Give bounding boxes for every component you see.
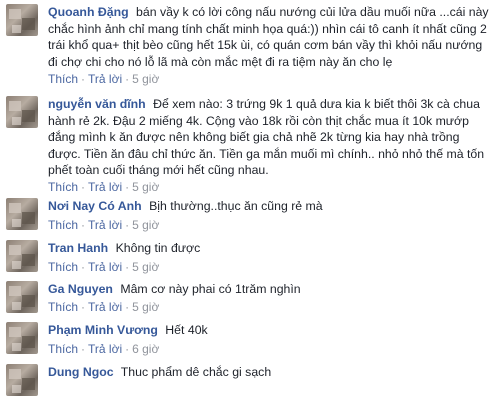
reply-link[interactable]: Trả lời <box>88 180 122 194</box>
comment-feed: Quoanh Đặng bán vầy k có lời công nấu nư… <box>0 0 500 406</box>
avatar[interactable] <box>6 96 38 128</box>
separator: · <box>81 300 86 314</box>
comment-actions: Thích · Trả lời · 5 giờ <box>48 260 159 274</box>
like-link[interactable]: Thích <box>48 342 78 356</box>
avatar[interactable] <box>6 281 38 313</box>
comment-body: Nơi Nay Có Anh Bịh thường..thục ăn cũng … <box>48 198 492 215</box>
comment-body: Quoanh Đặng bán vầy k có lời công nấu nư… <box>48 4 492 70</box>
separator: · <box>81 218 86 232</box>
separator: · <box>125 180 130 194</box>
timestamp[interactable]: 5 giờ <box>132 300 159 314</box>
like-link[interactable]: Thích <box>48 218 78 232</box>
like-link[interactable]: Thích <box>48 72 78 86</box>
timestamp[interactable]: 5 giờ <box>132 180 159 194</box>
reply-link[interactable]: Trả lời <box>88 72 122 86</box>
separator: · <box>81 72 86 86</box>
separator: · <box>125 260 130 274</box>
reply-link[interactable]: Trả lời <box>88 300 122 314</box>
comment-text: Thuc phẩm dê chắc gi sạch <box>120 365 272 379</box>
comment-body: Ga Nguyen Mâm cơ này phai có 1trăm nghìn <box>48 281 492 298</box>
comment-actions: Thích · Trả lời · 5 giờ <box>48 72 159 86</box>
comment-text: Hết 40k <box>165 323 208 337</box>
timestamp[interactable]: 5 giờ <box>132 72 159 86</box>
avatar[interactable] <box>6 240 38 272</box>
avatar[interactable] <box>6 198 38 230</box>
comment-body: Dung Ngoc Thuc phẩm dê chắc gi sạch <box>48 364 492 381</box>
reply-link[interactable]: Trả lời <box>88 260 122 274</box>
like-link[interactable]: Thích <box>48 260 78 274</box>
like-link[interactable]: Thích <box>48 300 78 314</box>
avatar[interactable] <box>6 364 38 396</box>
comment-text: Bịh thường..thục ăn cũng rẻ mà <box>149 199 323 213</box>
avatar[interactable] <box>6 4 38 36</box>
separator: · <box>125 218 130 232</box>
separator: · <box>125 300 130 314</box>
comment-text: Không tin được <box>115 241 201 255</box>
commenter-name[interactable]: Nơi Nay Có Anh <box>48 199 142 213</box>
commenter-name[interactable]: Tran Hanh <box>48 241 108 255</box>
avatar[interactable] <box>6 322 38 354</box>
timestamp[interactable]: 6 giờ <box>132 342 159 356</box>
commenter-name[interactable]: Dung Ngoc <box>48 365 114 379</box>
comment-actions: Thích · Trả lời · 5 giờ <box>48 218 159 232</box>
commenter-name[interactable]: Quoanh Đặng <box>48 5 129 19</box>
comment-actions: Thích · Trả lời · 6 giờ <box>48 342 159 356</box>
comment-actions: Thích · Trả lời · 5 giờ <box>48 180 159 194</box>
commenter-name[interactable]: nguyễn văn dĩnh <box>48 97 146 111</box>
comment-text: Mâm cơ này phai có 1trăm nghìn <box>120 282 301 296</box>
comment-body: Phạm Minh Vương Hết 40k <box>48 322 492 339</box>
comment-actions: Thích · Trả lời · 5 giờ <box>48 300 159 314</box>
separator: · <box>125 72 130 86</box>
comment-body: nguyễn văn dĩnh Để xem nào: 3 trứng 9k 1… <box>48 96 492 179</box>
separator: · <box>81 180 86 194</box>
comment-body: Tran Hanh Không tin được <box>48 240 492 257</box>
like-link[interactable]: Thích <box>48 180 78 194</box>
commenter-name[interactable]: Ga Nguyen <box>48 282 113 296</box>
reply-link[interactable]: Trả lời <box>88 342 122 356</box>
reply-link[interactable]: Trả lời <box>88 218 122 232</box>
separator: · <box>125 342 130 356</box>
timestamp[interactable]: 5 giờ <box>132 260 159 274</box>
separator: · <box>81 342 86 356</box>
timestamp[interactable]: 5 giờ <box>132 218 159 232</box>
commenter-name[interactable]: Phạm Minh Vương <box>48 323 158 337</box>
separator: · <box>81 260 86 274</box>
